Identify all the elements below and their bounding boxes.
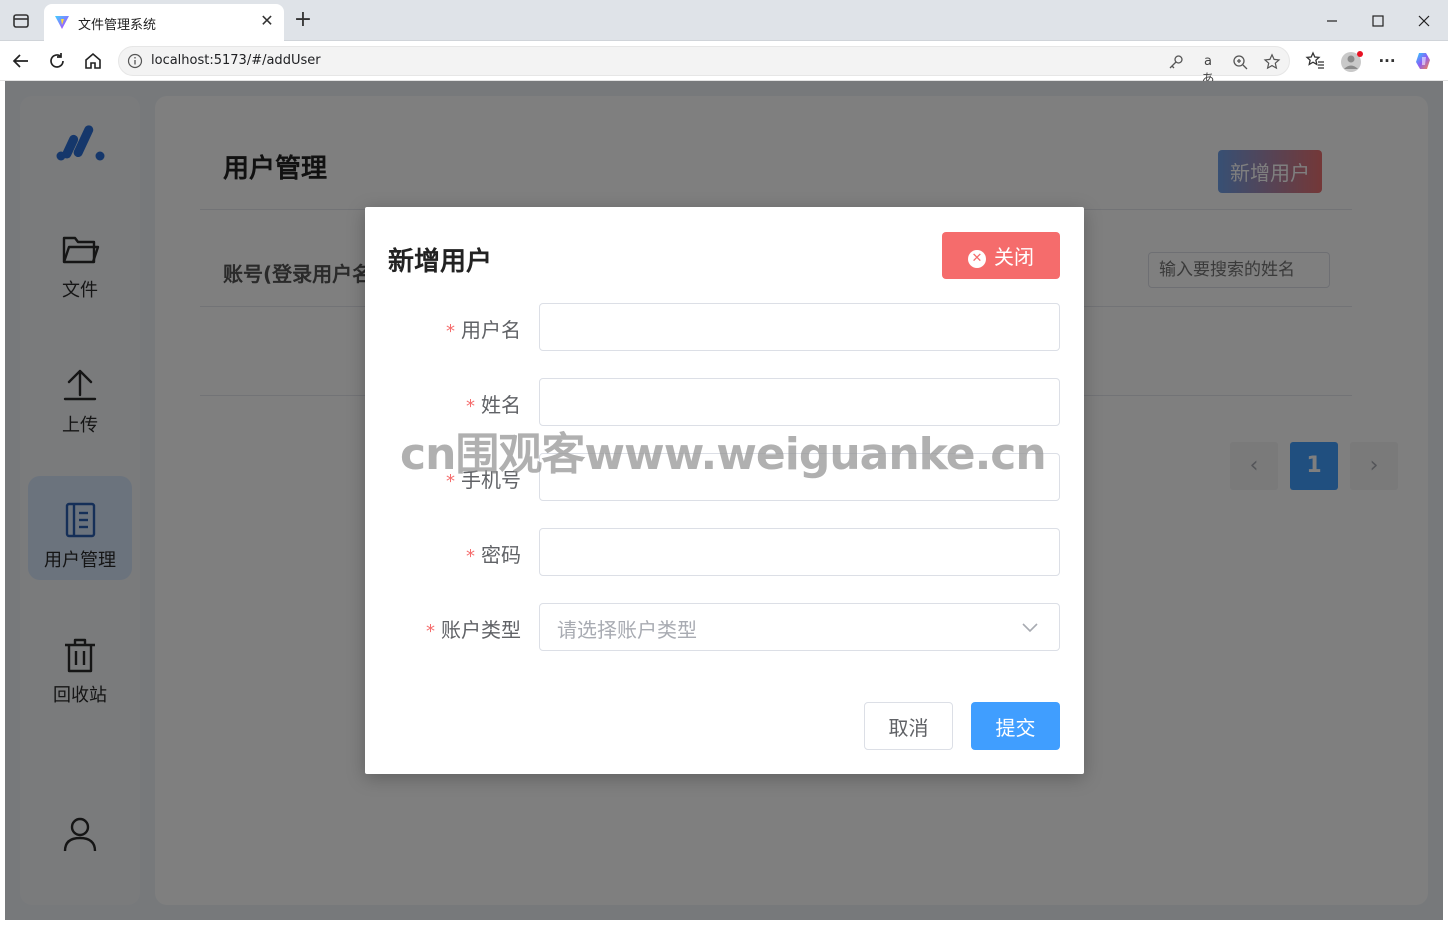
tab-actions-icon[interactable] <box>10 10 32 32</box>
password-input[interactable] <box>539 528 1060 576</box>
field-label-text: 姓名 <box>481 393 521 417</box>
address-bar: localhost:5173/#/addUser aあ ··· <box>0 41 1448 87</box>
vite-favicon-icon <box>54 14 70 30</box>
url-field[interactable]: localhost:5173/#/addUser aあ <box>118 46 1290 87</box>
read-aloud-icon[interactable]: aあ <box>1199 53 1217 87</box>
form-row-account-type: * 账户类型 请选择账户类型 <box>365 603 1084 651</box>
new-tab-button[interactable]: + <box>292 9 314 32</box>
required-mark: * <box>426 621 435 642</box>
close-circle-icon: ✕ <box>968 250 986 268</box>
field-label: * 账户类型 <box>426 614 521 643</box>
form-row-username: * 用户名 <box>365 303 1084 351</box>
field-label: * 姓名 <box>466 389 521 418</box>
dialog-title: 新增用户 <box>388 247 493 277</box>
dialog-close-button[interactable]: ✕ 关闭 <box>942 232 1060 279</box>
chevron-down-icon <box>1021 618 1039 636</box>
more-icon[interactable]: ··· <box>1376 50 1398 72</box>
field-label-text: 账户类型 <box>441 618 521 642</box>
field-label: * 密码 <box>466 539 521 568</box>
copilot-icon[interactable] <box>1413 50 1435 72</box>
required-mark: * <box>466 396 475 417</box>
field-label-text: 密码 <box>481 543 521 567</box>
field-label: * 用户名 <box>446 314 521 343</box>
reload-icon[interactable] <box>46 50 68 72</box>
cancel-button[interactable]: 取消 <box>864 702 953 750</box>
submit-button[interactable]: 提交 <box>971 702 1060 750</box>
back-icon[interactable] <box>10 50 32 72</box>
tab-title: 文件管理系统 <box>78 18 157 33</box>
required-mark: * <box>446 321 455 342</box>
star-icon[interactable] <box>1263 53 1281 71</box>
username-input[interactable] <box>539 303 1060 351</box>
profile-icon[interactable] <box>1340 50 1363 72</box>
add-user-dialog: 新增用户 ✕ 关闭 * 用户名 * 姓名 * 手机号 * 密码 * 账户类型 请选择账户类型… <box>365 207 1084 774</box>
browser-tab-bar: 文件管理系统 ✕ + <box>0 0 1448 41</box>
zoom-icon[interactable] <box>1231 53 1249 71</box>
url-text: localhost:5173/#/addUser <box>151 53 321 68</box>
form-row-password: * 密码 <box>365 528 1084 576</box>
key-icon[interactable] <box>1167 53 1185 71</box>
browser-tab[interactable]: 文件管理系统 ✕ <box>44 4 284 41</box>
tab-close-icon[interactable]: ✕ <box>258 12 276 30</box>
close-window-icon[interactable] <box>1413 10 1435 32</box>
watermark-text: cn围观客www.weiguanke.cn <box>400 429 1047 480</box>
home-icon[interactable] <box>82 50 104 72</box>
close-button-label: 关闭 <box>994 245 1034 269</box>
field-label-text: 用户名 <box>461 318 521 342</box>
info-icon[interactable] <box>127 53 143 69</box>
favorites-icon[interactable] <box>1304 50 1326 72</box>
maximize-icon[interactable] <box>1367 10 1389 32</box>
minimize-icon[interactable] <box>1321 10 1343 32</box>
required-mark: * <box>466 546 475 567</box>
select-placeholder: 请选择账户类型 <box>557 618 697 642</box>
